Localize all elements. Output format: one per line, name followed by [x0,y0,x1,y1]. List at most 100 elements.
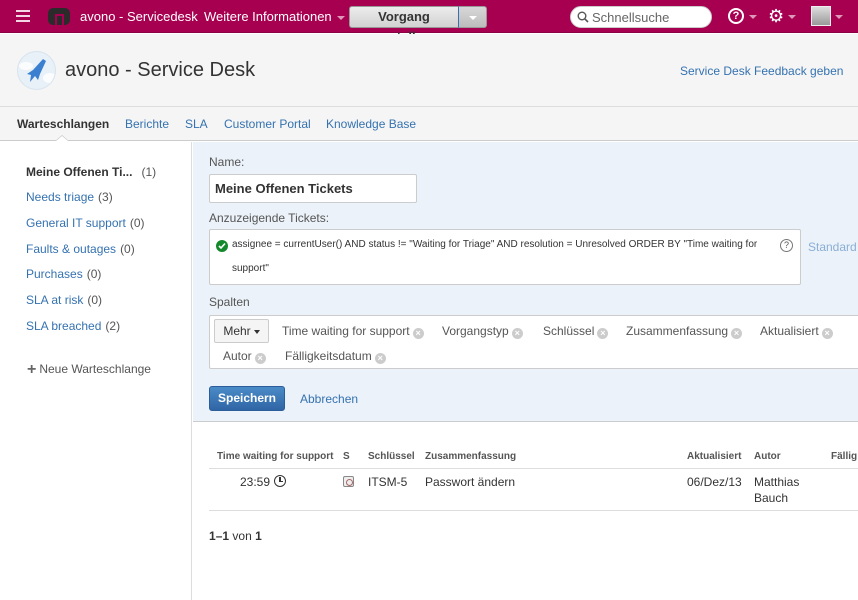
more-columns-button[interactable]: Mehr [214,319,269,343]
jql-query-text: assignee = currentUser() AND status != "… [232,239,758,274]
rocket-icon [19,59,55,83]
app-logo-icon[interactable] [48,8,70,25]
new-queue-button[interactable]: + Neue Warteschlange [27,361,151,378]
cancel-link[interactable]: Abbrechen [300,392,358,406]
column-header[interactable]: Schlüssel [368,451,415,462]
tab-sla[interactable]: SLA [185,117,208,131]
help-icon[interactable]: ? [780,239,793,252]
column-header[interactable]: S [343,451,350,462]
tab-queues[interactable]: Warteschlangen [17,117,109,131]
column-tag: Fälligkeitsdatum × [285,349,386,364]
queue-count: (0) [86,267,102,281]
valid-check-icon [216,240,228,252]
chevron-down-icon [469,16,477,20]
queue-label[interactable]: SLA breached [26,319,101,333]
column-tag-label: Schlüssel [543,324,595,338]
remove-column-icon[interactable]: × [374,353,386,364]
user-avatar[interactable] [811,6,831,26]
column-tag-label: Autor [223,349,252,363]
feedback-link[interactable]: Service Desk Feedback geben [680,64,843,78]
queue-label[interactable]: SLA at risk [26,293,83,307]
quick-search-input[interactable] [592,9,707,25]
remove-column-icon[interactable]: × [731,328,743,339]
chevron-down-icon [336,15,345,20]
queue-label[interactable]: General IT support [26,216,126,230]
remove-column-icon[interactable]: × [412,328,424,339]
tab-knowledge-base[interactable]: Knowledge Base [326,117,416,131]
more-info-menu[interactable]: Weitere Informationen [204,9,345,24]
more-info-label: Weitere Informationen [204,9,332,24]
chevron-down-icon [835,15,843,19]
queue-label: Meine Offenen Ti... [26,165,133,179]
column-header[interactable]: Zusammenfassung [425,451,516,462]
queue-item[interactable]: Needs triage (3) [26,190,113,204]
help-icon[interactable]: ? [728,8,744,24]
column-tag-label: Aktualisiert [760,324,819,338]
column-header[interactable]: Autor [754,451,781,462]
queue-count: (2) [105,319,121,333]
project-header: avono - Service Desk Service Desk Feedba… [0,34,858,107]
queue-count: (0) [120,242,135,256]
queue-label[interactable]: Faults & outages [26,242,116,256]
queue-count: (0) [129,216,145,230]
column-tag: Aktualisiert × [760,324,833,339]
column-tag-label: Time waiting for support [282,324,410,338]
plus-icon: + [27,361,37,378]
queue-label[interactable]: Needs triage [26,190,94,204]
author-cell-line2: Bauch [754,491,789,505]
column-tag-label: Vorgangstyp [442,324,509,338]
queue-editor: Name: Anzuzeigende Tickets: assignee = c… [193,142,858,422]
queue-item[interactable]: SLA breached (2) [26,319,120,333]
queue-item[interactable]: Purchases (0) [26,267,101,281]
chevron-down-icon [788,15,796,19]
app-name-link[interactable]: avono - Servicedesk [80,9,198,24]
more-columns-label: Mehr [223,324,251,338]
column-tag: Vorgangstyp × [442,324,523,339]
queue-sidebar: Meine Offenen Ti... (1) Needs triage (3) G… [0,142,192,600]
column-header[interactable]: Fällig [831,451,857,462]
queue-count: (0) [87,293,103,307]
tab-customer-portal[interactable]: Customer Portal [224,117,311,131]
pager-of: von [232,529,252,543]
remove-column-icon[interactable]: × [511,328,523,339]
queue-count: (3) [98,190,113,204]
remove-column-icon[interactable]: × [821,328,833,339]
pager-total: 1 [255,529,262,543]
create-issue-dropdown-button[interactable] [458,6,487,28]
remove-column-icon[interactable]: × [254,353,266,364]
quick-search[interactable] [570,6,712,28]
name-label: Name: [209,155,245,169]
create-issue-button[interactable]: Vorgang erstellen [349,6,458,44]
gear-icon[interactable]: ⚙ [768,7,784,25]
jql-query-input[interactable]: assignee = currentUser() AND status != "… [209,229,801,285]
column-header[interactable]: Time waiting for support [217,451,333,462]
column-tag-label: Fälligkeitsdatum [285,349,372,363]
active-tab-indicator-fill [56,136,68,141]
queue-item[interactable]: SLA at risk (0) [26,293,102,307]
row-divider [209,510,858,511]
tab-reports[interactable]: Berichte [125,117,169,131]
queue-item[interactable]: Meine Offenen Ti... (1) [26,165,156,179]
top-navigation-bar: avono - Servicedesk Weitere Informatione… [0,0,858,44]
issue-summary-link[interactable]: Passwort ändern [425,475,515,489]
queue-name-input[interactable] [209,174,417,203]
queue-item[interactable]: General IT support (0) [26,216,145,230]
issue-key-link[interactable]: ITSM-5 [368,475,407,489]
queue-label[interactable]: Purchases [26,267,83,281]
queue-count: (1) [141,165,157,179]
search-icon [577,11,589,23]
column-header[interactable]: Aktualisiert [687,451,741,462]
save-button[interactable]: Speichern [209,386,285,411]
time-waiting-value: 23:59 [240,475,271,489]
new-queue-label: Neue Warteschlange [39,362,151,376]
project-title: avono - Service Desk [65,59,256,81]
menu-icon[interactable] [16,10,30,22]
time-waiting-cell: 23:59 [240,475,287,489]
queue-item[interactable]: Faults & outages (0) [26,242,135,256]
clock-icon [274,475,287,487]
header-divider [209,468,858,469]
remove-column-icon[interactable]: × [597,328,609,339]
column-tag: Autor × [223,349,266,364]
standard-mode-link[interactable]: Standard [808,240,857,254]
chevron-down-icon [253,329,260,334]
